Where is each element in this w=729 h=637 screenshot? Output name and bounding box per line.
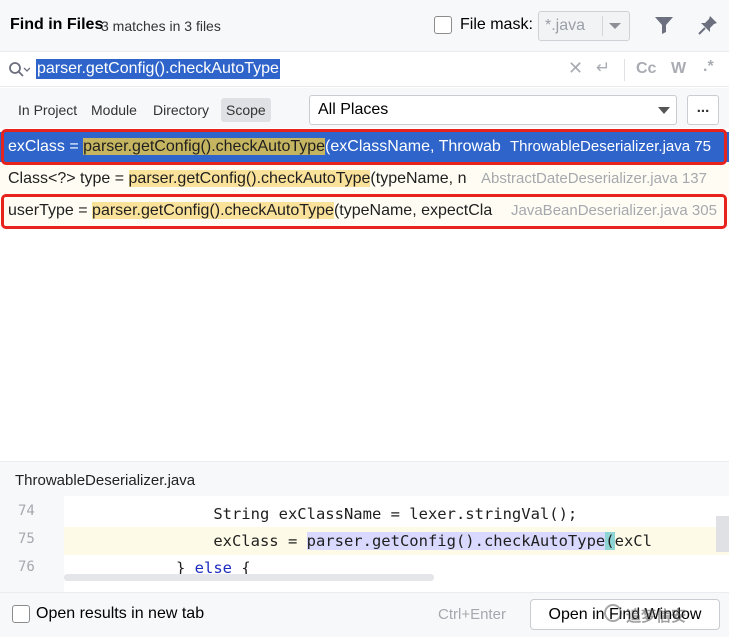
code-paren: ( bbox=[605, 532, 615, 550]
combo-divider bbox=[602, 16, 603, 36]
line-number: 76 bbox=[18, 559, 35, 575]
clear-icon[interactable]: ✕ bbox=[568, 58, 583, 79]
words-toggle[interactable]: W bbox=[671, 60, 686, 78]
dialog-footer: Open results in new tab Ctrl+Enter Open … bbox=[0, 592, 729, 637]
dialog-title: Find in Files bbox=[10, 16, 104, 33]
code-text: exClass = bbox=[213, 532, 307, 550]
chevron-down-icon[interactable] bbox=[658, 107, 670, 114]
pin-icon[interactable] bbox=[697, 14, 719, 36]
filter-icon[interactable] bbox=[654, 15, 674, 35]
match-count: 3 matches in 3 files bbox=[101, 18, 221, 34]
tab-module[interactable]: Module bbox=[91, 102, 137, 118]
file-mask-combo[interactable]: *.java bbox=[538, 11, 630, 41]
search-input[interactable]: parser.getConfig().checkAutoType bbox=[36, 59, 280, 79]
code-text: String exClassName = lexer.stringVal(); bbox=[213, 505, 578, 523]
result-row[interactable]: Class<?> type = parser.getConfig().check… bbox=[0, 164, 729, 194]
scope-select[interactable]: All Places bbox=[309, 95, 677, 125]
result-code: Class<?> type = parser.getConfig().check… bbox=[8, 164, 476, 194]
search-row: parser.getConfig().checkAutoType ✕ ↵ Cc … bbox=[0, 53, 729, 87]
result-suffix: (typeName, n bbox=[370, 170, 467, 187]
preview-file-name: ThrowableDeserializer.java bbox=[15, 472, 196, 489]
tab-in-project[interactable]: In Project bbox=[18, 102, 77, 118]
line-number: 75 bbox=[18, 531, 35, 547]
search-icon[interactable] bbox=[8, 61, 30, 79]
code-line-current: exClass = parser.getConfig().checkAutoTy… bbox=[64, 527, 729, 555]
toolbar-divider bbox=[624, 59, 625, 81]
annotation-box bbox=[1, 194, 727, 229]
annotation-box bbox=[1, 129, 727, 165]
scope-select-value: All Places bbox=[318, 101, 389, 118]
watermark-logo-icon bbox=[604, 604, 622, 622]
dialog-header: Find in Files 3 matches in 3 files File … bbox=[0, 0, 729, 52]
code-match: parser.getConfig().checkAutoType bbox=[306, 532, 606, 550]
line-number: 74 bbox=[18, 503, 35, 519]
shortcut-hint: Ctrl+Enter bbox=[438, 606, 506, 623]
result-prefix: Class<?> type = bbox=[8, 170, 129, 187]
more-scopes-button[interactable]: ... bbox=[687, 95, 719, 125]
line-gutter: 74 75 76 bbox=[0, 496, 64, 592]
horizontal-scrollbar[interactable] bbox=[64, 574, 434, 581]
file-mask-value: *.java bbox=[545, 17, 586, 34]
code-text: exCl bbox=[614, 532, 652, 550]
file-mask-label[interactable]: File mask: bbox=[460, 16, 533, 34]
new-line-icon[interactable]: ↵ bbox=[596, 58, 610, 78]
file-mask-checkbox[interactable] bbox=[434, 16, 452, 34]
open-new-tab-checkbox[interactable] bbox=[12, 605, 30, 623]
open-in-find-window-button[interactable]: Open in Find Window bbox=[530, 599, 720, 630]
code-preview[interactable]: 74 75 76 String exClassName = lexer.stri… bbox=[0, 496, 729, 592]
result-file: AbstractDateDeserializer.java 137 bbox=[481, 170, 707, 187]
vertical-scrollbar[interactable] bbox=[716, 516, 729, 552]
tab-scope[interactable]: Scope bbox=[221, 98, 271, 122]
watermark-text: 追梦信安 bbox=[626, 608, 687, 625]
tab-directory[interactable]: Directory bbox=[153, 102, 209, 118]
results-list: exClass = parser.getConfig().checkAutoTy… bbox=[0, 128, 729, 460]
chevron-down-icon[interactable] bbox=[609, 23, 621, 29]
result-match: parser.getConfig().checkAutoType bbox=[128, 170, 371, 187]
scope-row: In Project Module Directory Scope All Pl… bbox=[0, 88, 729, 128]
code-line: String exClassName = lexer.stringVal(); bbox=[64, 500, 729, 528]
match-case-toggle[interactable]: Cc bbox=[636, 60, 656, 78]
regex-toggle[interactable]: .* bbox=[703, 58, 714, 76]
open-new-tab-label[interactable]: Open results in new tab bbox=[36, 605, 204, 623]
preview-header: ThrowableDeserializer.java bbox=[0, 461, 729, 496]
